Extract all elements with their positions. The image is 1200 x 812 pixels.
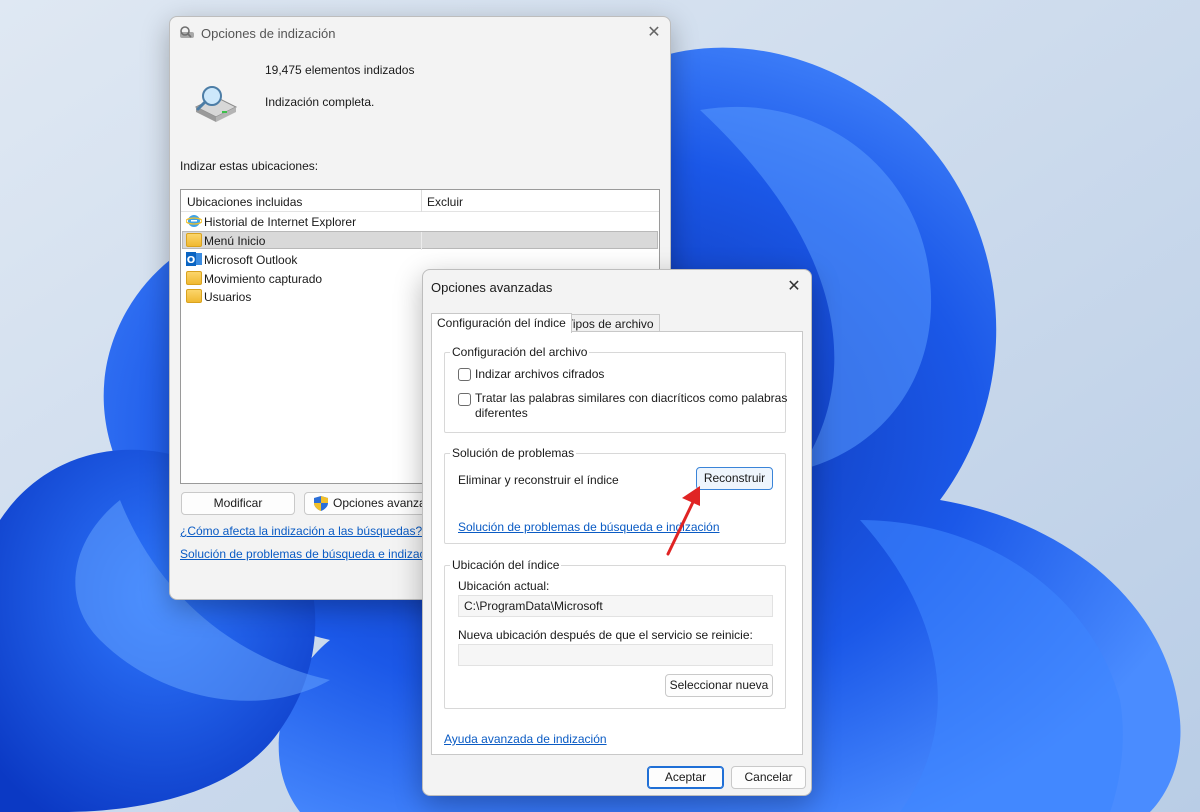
indexing-options-icon — [180, 26, 194, 38]
list-item-microsoft-outlook[interactable]: O Microsoft Outlook — [182, 250, 658, 268]
folder-icon — [186, 271, 202, 285]
location-name: Microsoft Outlook — [204, 253, 298, 267]
close-icon[interactable]: ✕ — [643, 23, 665, 43]
file-settings-group: Configuración del archivo Indizar archiv… — [444, 345, 787, 433]
modify-button[interactable]: Modificar — [181, 492, 295, 515]
indexing-status: Indización completa. — [265, 95, 375, 109]
select-new-button[interactable]: Seleccionar nueva — [665, 674, 773, 697]
troubleshooting-group: Solución de problemas Eliminar y reconst… — [444, 446, 786, 544]
title-bar: Opciones de indización ✕ — [170, 17, 670, 49]
index-locations-label: Indizar estas ubicaciones: — [180, 159, 319, 173]
list-item-internet-explorer[interactable]: Historial de Internet Explorer — [182, 212, 658, 230]
group-title: Solución de problemas — [450, 446, 577, 460]
exclude-cell-separator — [421, 232, 422, 250]
folder-icon — [186, 289, 202, 303]
index-location-group: Ubicación del índice Ubicación actual: C… — [444, 558, 786, 709]
location-name: Historial de Internet Explorer — [204, 215, 357, 229]
annotation-arrow — [666, 486, 700, 556]
group-title: Ubicación del índice — [450, 558, 562, 572]
items-indexed-count: 19,475 elementos indizados — [265, 63, 415, 77]
close-icon[interactable]: ✕ — [783, 277, 805, 297]
cancel-button[interactable]: Cancelar — [731, 766, 806, 789]
index-encrypted-files-checkbox[interactable] — [458, 368, 471, 381]
list-item-start-menu[interactable]: Menú Inicio — [182, 231, 658, 250]
location-name: Menú Inicio — [204, 234, 266, 248]
column-included-locations[interactable]: Ubicaciones incluidas — [187, 195, 302, 209]
title-bar: Opciones avanzadas ✕ — [423, 270, 811, 302]
uac-shield-icon — [314, 496, 328, 511]
group-title: Configuración del archivo — [450, 345, 590, 359]
advanced-indexing-help-link[interactable]: Ayuda avanzada de indización — [444, 732, 607, 746]
dialog-title: Opciones de indización — [201, 26, 336, 41]
location-name: Usuarios — [204, 290, 252, 304]
internet-explorer-icon — [186, 215, 202, 227]
index-encrypted-files-label[interactable]: Indizar archivos cifrados — [475, 367, 604, 381]
current-location-label: Ubicación actual: — [458, 579, 550, 593]
svg-text:O: O — [187, 255, 196, 266]
advanced-options-dialog: Opciones avanzadas ✕ Configuración del í… — [422, 269, 812, 796]
new-location-label: Nueva ubicación después de que el servic… — [458, 628, 753, 642]
column-separator — [421, 190, 422, 212]
diacritics-label-line2[interactable]: diferentes — [475, 406, 528, 420]
outlook-icon: O — [186, 252, 202, 266]
index-settings-panel: Configuración del archivo Indizar archiv… — [431, 331, 803, 755]
column-exclude[interactable]: Excluir — [427, 195, 463, 209]
dialog-title: Opciones avanzadas — [431, 280, 553, 295]
current-location-field: C:\ProgramData\Microsoft — [458, 595, 773, 617]
rebuild-index-label: Eliminar y reconstruir el índice — [458, 473, 619, 487]
indexing-drive-icon — [194, 86, 238, 122]
diacritics-label-line1[interactable]: Tratar las palabras similares con diacrí… — [475, 391, 787, 405]
diacritics-checkbox[interactable] — [458, 393, 471, 406]
ok-button[interactable]: Aceptar — [647, 766, 724, 789]
troubleshoot-search-link[interactable]: Solución de problemas de búsqueda e indi… — [180, 547, 442, 561]
tab-index-settings[interactable]: Configuración del índice — [431, 313, 572, 333]
how-indexing-affects-search-link[interactable]: ¿Cómo afecta la indización a las búsqued… — [180, 524, 422, 538]
new-location-field — [458, 644, 773, 666]
folder-icon — [186, 233, 202, 247]
location-name: Movimiento capturado — [204, 272, 323, 286]
list-header: Ubicaciones incluidas Excluir — [181, 190, 659, 212]
